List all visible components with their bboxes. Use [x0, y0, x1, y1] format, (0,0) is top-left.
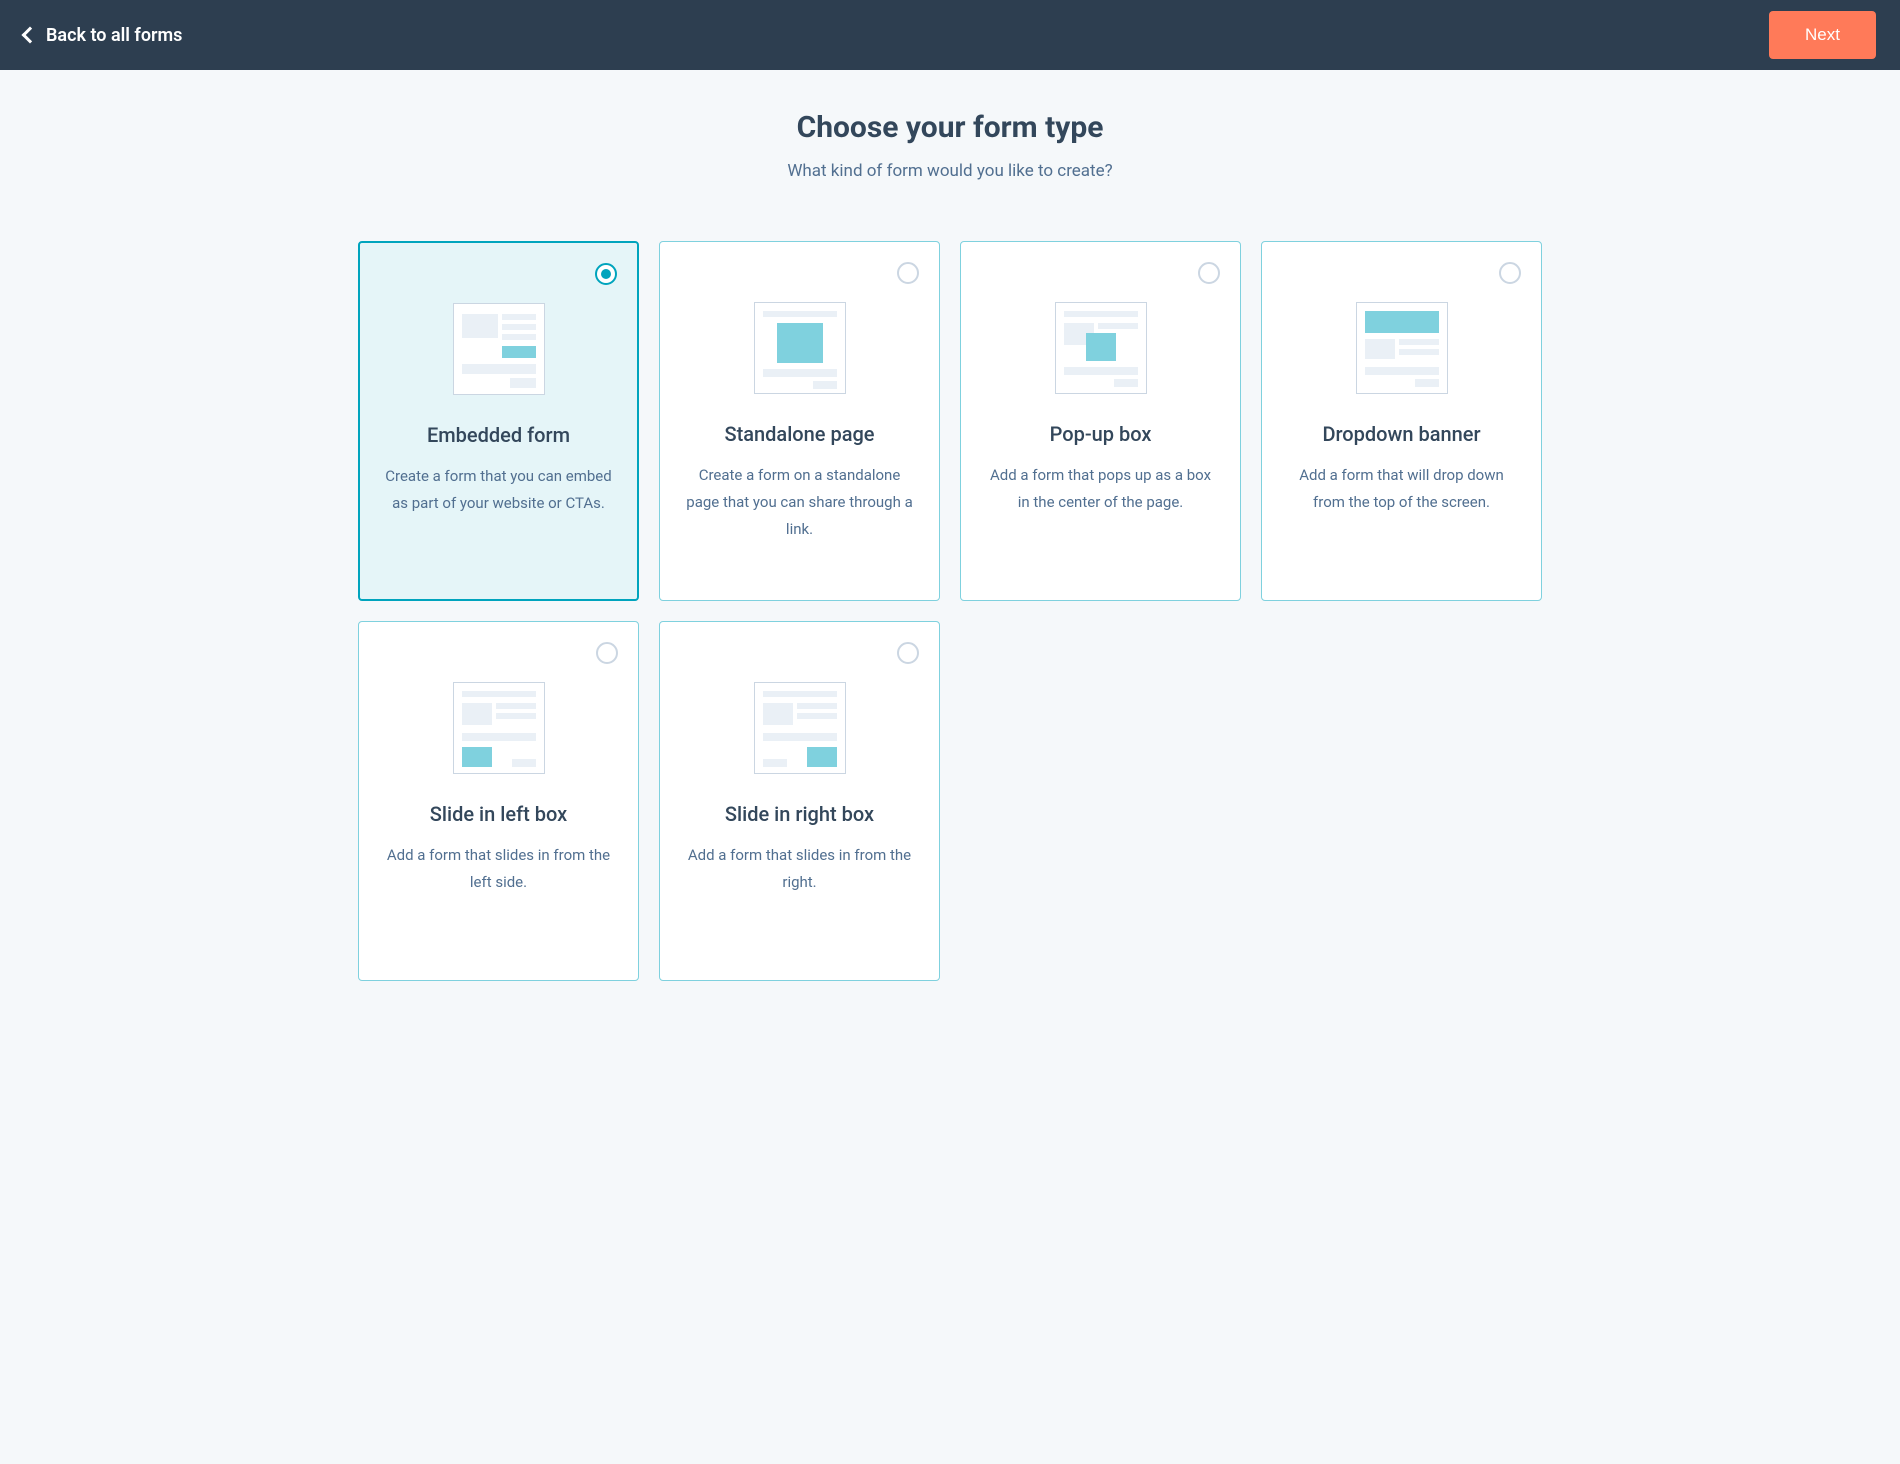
card-title: Standalone page: [724, 422, 874, 446]
radio-slide-right[interactable]: [897, 642, 919, 664]
card-title: Slide in left box: [430, 802, 567, 826]
main-content: Choose your form type What kind of form …: [330, 70, 1570, 1041]
card-desc: Add a form that slides in from the right…: [684, 842, 915, 896]
radio-standalone[interactable]: [897, 262, 919, 284]
card-title: Pop-up box: [1050, 422, 1152, 446]
card-desc: Add a form that will drop down from the …: [1286, 462, 1517, 516]
card-popup-box[interactable]: Pop-up box Add a form that pops up as a …: [960, 241, 1241, 601]
card-desc: Add a form that pops up as a box in the …: [985, 462, 1216, 516]
topbar: Back to all forms Next: [0, 0, 1900, 70]
popup-box-icon: [1055, 302, 1147, 394]
card-embedded-form[interactable]: Embedded form Create a form that you can…: [358, 241, 639, 601]
dropdown-banner-icon: [1356, 302, 1448, 394]
form-type-grid: Embedded form Create a form that you can…: [358, 241, 1542, 981]
standalone-page-icon: [754, 302, 846, 394]
card-slide-left[interactable]: Slide in left box Add a form that slides…: [358, 621, 639, 981]
chevron-left-icon: [22, 27, 39, 44]
embedded-form-icon: [453, 303, 545, 395]
card-desc: Add a form that slides in from the left …: [383, 842, 614, 896]
radio-slide-left[interactable]: [596, 642, 618, 664]
slide-left-icon: [453, 682, 545, 774]
card-desc: Create a form on a standalone page that …: [684, 462, 915, 543]
card-slide-right[interactable]: Slide in right box Add a form that slide…: [659, 621, 940, 981]
card-dropdown-banner[interactable]: Dropdown banner Add a form that will dro…: [1261, 241, 1542, 601]
back-to-forms-link[interactable]: Back to all forms: [24, 25, 182, 46]
next-button[interactable]: Next: [1769, 11, 1876, 59]
card-standalone-page[interactable]: Standalone page Create a form on a stand…: [659, 241, 940, 601]
page-subtitle: What kind of form would you like to crea…: [358, 161, 1542, 181]
card-title: Dropdown banner: [1322, 422, 1480, 446]
card-title: Slide in right box: [725, 802, 874, 826]
radio-embedded[interactable]: [595, 263, 617, 285]
card-desc: Create a form that you can embed as part…: [384, 463, 613, 517]
card-title: Embedded form: [427, 423, 570, 447]
page-title: Choose your form type: [358, 110, 1542, 145]
back-label: Back to all forms: [46, 25, 182, 46]
slide-right-icon: [754, 682, 846, 774]
radio-popup[interactable]: [1198, 262, 1220, 284]
radio-dropdown[interactable]: [1499, 262, 1521, 284]
